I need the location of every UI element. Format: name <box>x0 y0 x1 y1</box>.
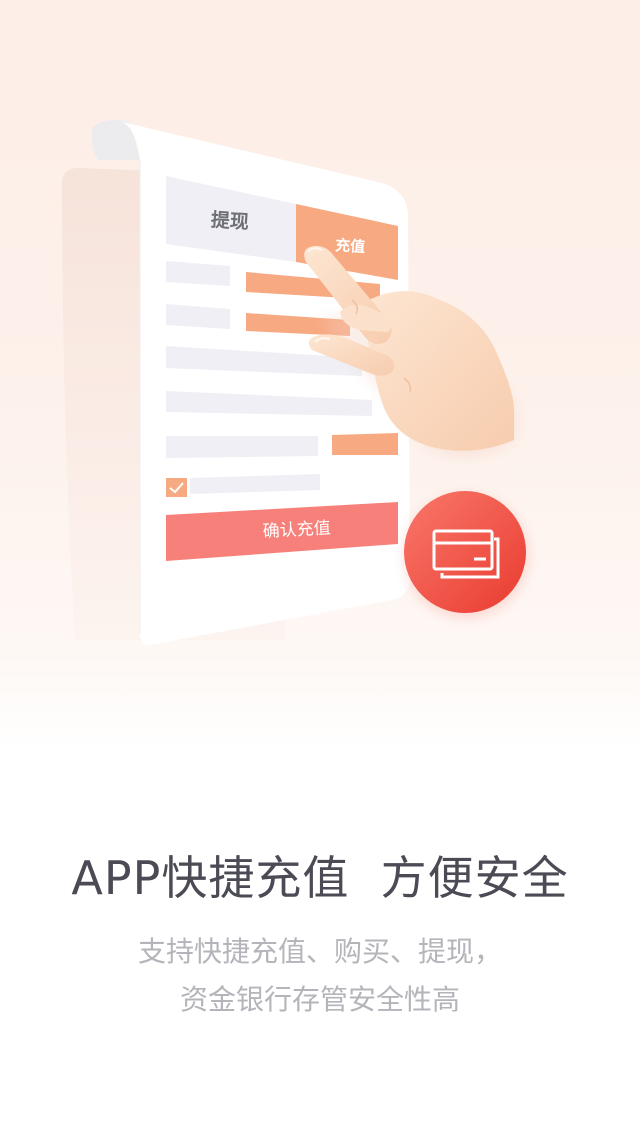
illustration: 提现 充值 确认充值 <box>0 0 640 760</box>
form-field-5 <box>332 433 398 455</box>
illustration-graphic <box>62 120 528 646</box>
subtitle-line-2: 资金银行存管安全性高 <box>179 983 460 1016</box>
subtitle-line-1: 支持快捷充值、购买、提现， <box>137 935 502 968</box>
form-label-5 <box>166 436 318 458</box>
card-badge <box>404 491 526 613</box>
tab-withdraw[interactable]: 提现 <box>210 205 250 235</box>
tab-recharge[interactable]: 充值 <box>335 234 366 257</box>
confirm-recharge-button[interactable]: 确认充值 <box>262 513 331 542</box>
credit-card-icon <box>404 491 526 613</box>
agree-checkbox[interactable] <box>166 478 187 497</box>
headline: APP快捷充值 方便安全 <box>71 851 569 905</box>
